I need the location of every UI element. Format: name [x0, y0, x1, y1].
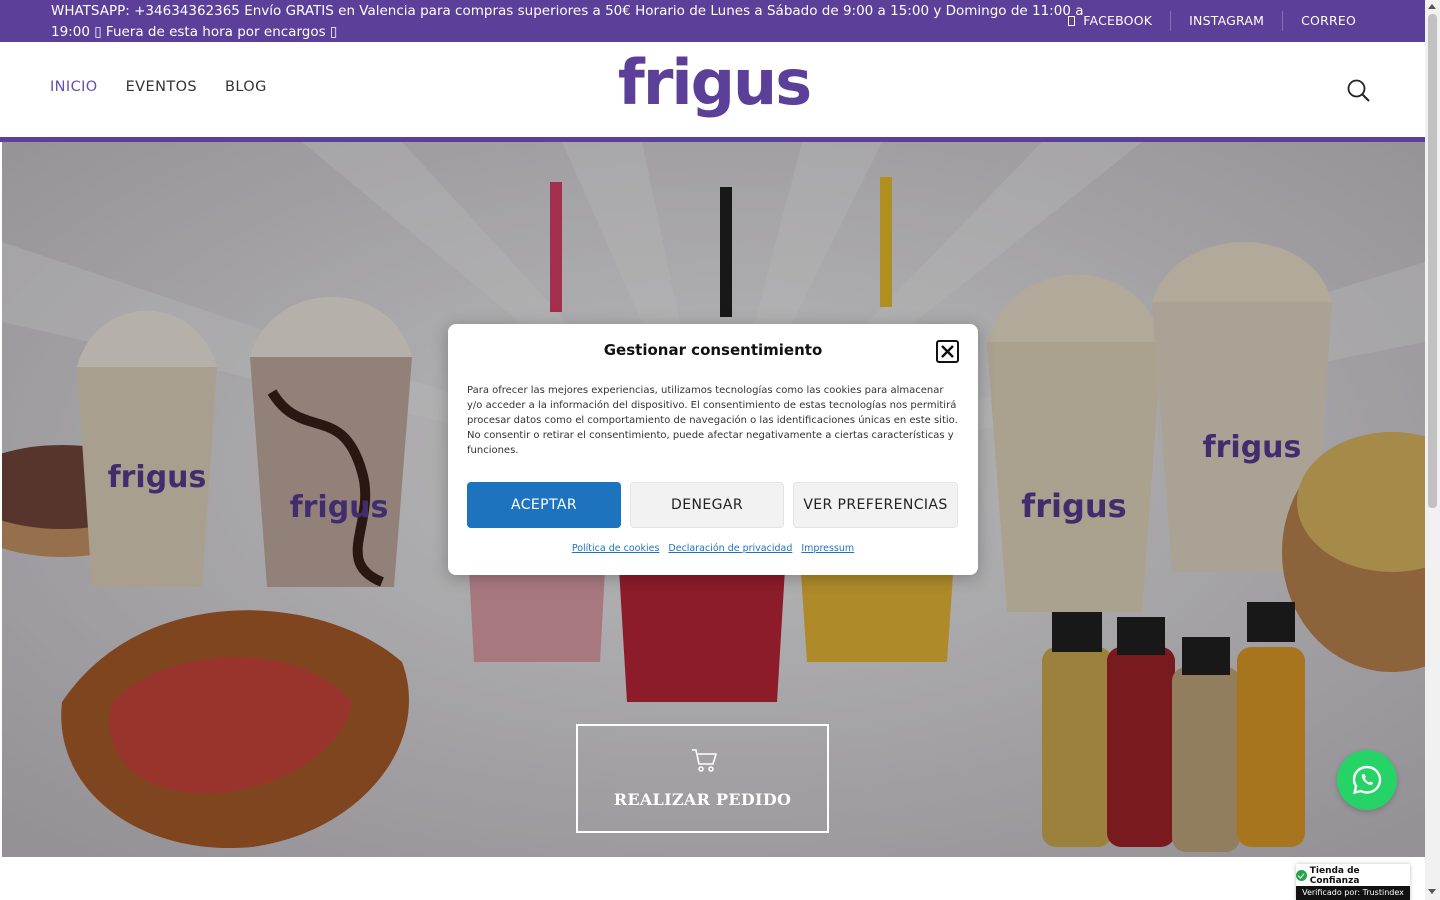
- trust-badge-title-text: Tienda de Confianza: [1309, 865, 1360, 886]
- facebook-icon: [1068, 16, 1076, 26]
- frigus-logo[interactable]: frigus: [613, 50, 815, 126]
- nav-item-eventos[interactable]: EVENTOS: [126, 79, 197, 95]
- scrollbar-thumb[interactable]: [1428, 14, 1437, 508]
- consent-description: Para ofrecer las mejores experiencias, u…: [467, 385, 958, 456]
- deny-button[interactable]: DENEGAR: [630, 482, 784, 528]
- facebook-link[interactable]: FACEBOOK: [1068, 11, 1170, 31]
- realizar-pedido-button[interactable]: REALIZAR PEDIDO: [576, 724, 829, 833]
- view-preferences-button[interactable]: VER PREFERENCIAS: [793, 482, 958, 528]
- trustindex-badge[interactable]: Tienda de Confianza Verificado por: Trus…: [1296, 864, 1410, 900]
- realizar-pedido-label: REALIZAR PEDIDO: [613, 790, 792, 809]
- trust-badge-title: Tienda de Confianza: [1296, 865, 1410, 886]
- main-nav: INICIO EVENTOS BLOG: [50, 79, 267, 95]
- logo-text: frigus: [618, 50, 810, 119]
- search-icon[interactable]: [1345, 77, 1373, 105]
- consent-links: Política de cookies Declaración de priva…: [448, 543, 978, 554]
- impressum-link[interactable]: Impressum: [801, 543, 854, 554]
- nav-item-blog[interactable]: BLOG: [225, 79, 267, 95]
- email-link[interactable]: CORREO: [1282, 11, 1374, 31]
- cart-icon: [692, 749, 717, 772]
- close-icon: [941, 345, 954, 358]
- social-links: FACEBOOK INSTAGRAM CORREO: [1068, 11, 1374, 31]
- top-announcement-bar: WHATSAPP: +34634362365 Envío GRATIS en V…: [0, 0, 1425, 42]
- close-button[interactable]: [936, 340, 959, 363]
- cookie-consent-dialog: Gestionar consentimiento Para ofrecer la…: [448, 324, 978, 575]
- whatsapp-button[interactable]: [1337, 750, 1397, 810]
- accept-button[interactable]: ACEPTAR: [467, 482, 621, 528]
- announcement-text: WHATSAPP: +34634362365 Envío GRATIS en V…: [51, 3, 1084, 40]
- site-header: INICIO EVENTOS BLOG frigus: [0, 42, 1425, 137]
- cookie-policy-link[interactable]: Política de cookies: [572, 543, 660, 554]
- whatsapp-icon: [1352, 765, 1382, 795]
- scroll-up-arrow-icon[interactable]: [1428, 4, 1436, 9]
- privacy-statement-link[interactable]: Declaración de privacidad: [668, 543, 792, 554]
- facebook-link-label: FACEBOOK: [1083, 13, 1153, 28]
- check-icon: [1296, 870, 1307, 881]
- trust-badge-subtitle: Verificado por: Trustindex: [1296, 886, 1410, 900]
- page-scrollbar[interactable]: [1425, 0, 1440, 900]
- instagram-link[interactable]: INSTAGRAM: [1170, 11, 1282, 31]
- scroll-down-arrow-icon[interactable]: [1428, 889, 1436, 894]
- nav-item-inicio[interactable]: INICIO: [50, 79, 98, 95]
- consent-title: Gestionar consentimiento: [603, 341, 823, 359]
